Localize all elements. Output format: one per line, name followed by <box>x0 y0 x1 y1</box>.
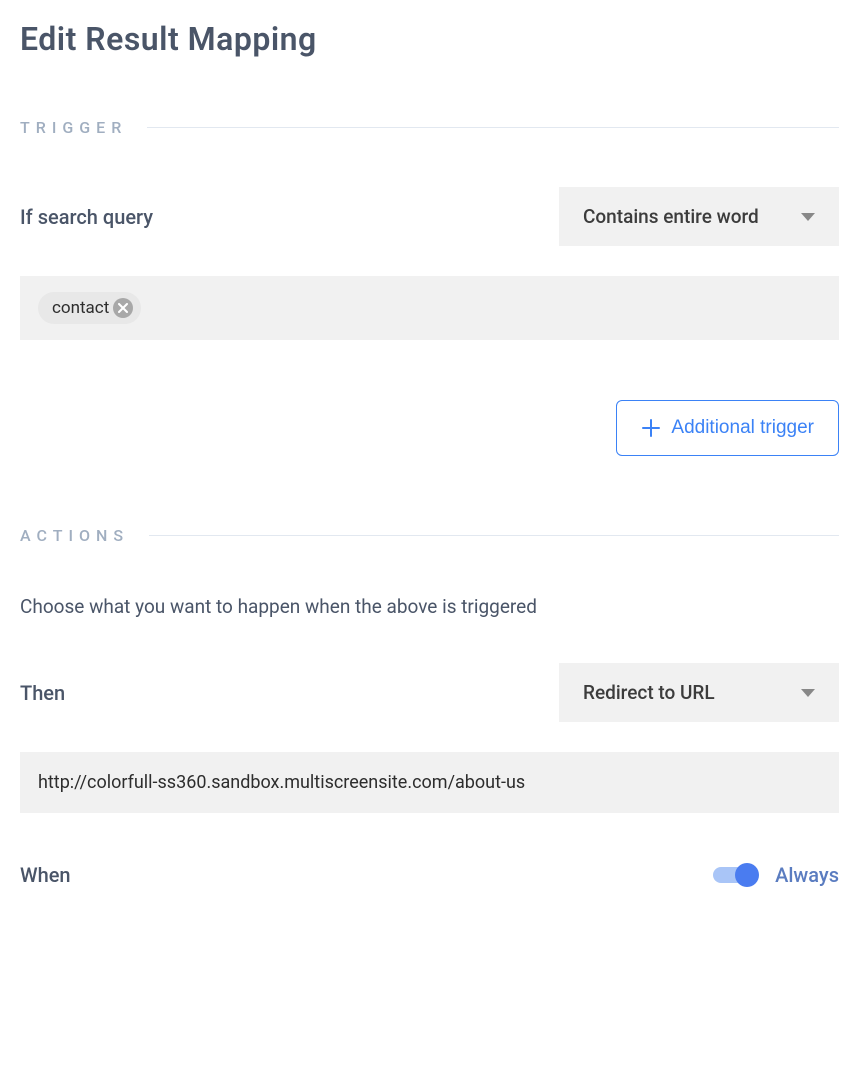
when-toggle[interactable] <box>713 865 759 885</box>
when-row: When Always <box>20 863 839 887</box>
when-label: When <box>20 863 71 887</box>
trigger-section-header: TRIGGER <box>20 118 839 137</box>
trigger-button-row: Additional trigger <box>20 400 839 456</box>
actions-helper-text: Choose what you want to happen when the … <box>20 595 839 618</box>
additional-trigger-button[interactable]: Additional trigger <box>616 400 839 456</box>
when-toggle-group: Always <box>713 863 839 887</box>
when-toggle-label: Always <box>775 863 839 887</box>
page-title: Edit Result Mapping <box>20 20 839 58</box>
tag-remove-button[interactable] <box>113 298 133 318</box>
condition-select[interactable]: Contains entire word <box>559 187 839 246</box>
query-tag-input[interactable]: contact <box>20 276 839 340</box>
then-label: Then <box>20 681 65 705</box>
divider-line <box>147 127 839 128</box>
divider-line <box>149 535 839 536</box>
url-input[interactable] <box>38 772 821 793</box>
close-icon <box>118 303 128 313</box>
condition-select-text: Contains entire word <box>583 205 759 228</box>
if-query-row: If search query Contains entire word <box>20 187 839 246</box>
query-tag: contact <box>38 292 141 324</box>
actions-section-header: ACTIONS <box>20 526 839 545</box>
then-select[interactable]: Redirect to URL <box>559 663 839 722</box>
if-query-label: If search query <box>20 205 153 229</box>
plus-icon <box>641 418 661 438</box>
additional-trigger-label: Additional trigger <box>671 417 814 439</box>
toggle-thumb <box>735 863 759 887</box>
query-tag-text: contact <box>52 298 109 318</box>
actions-section-label: ACTIONS <box>20 526 129 545</box>
caret-down-icon <box>801 689 815 697</box>
then-row: Then Redirect to URL <box>20 663 839 722</box>
trigger-section-label: TRIGGER <box>20 118 127 137</box>
caret-down-icon <box>801 213 815 221</box>
url-input-container <box>20 752 839 813</box>
then-select-text: Redirect to URL <box>583 681 715 704</box>
